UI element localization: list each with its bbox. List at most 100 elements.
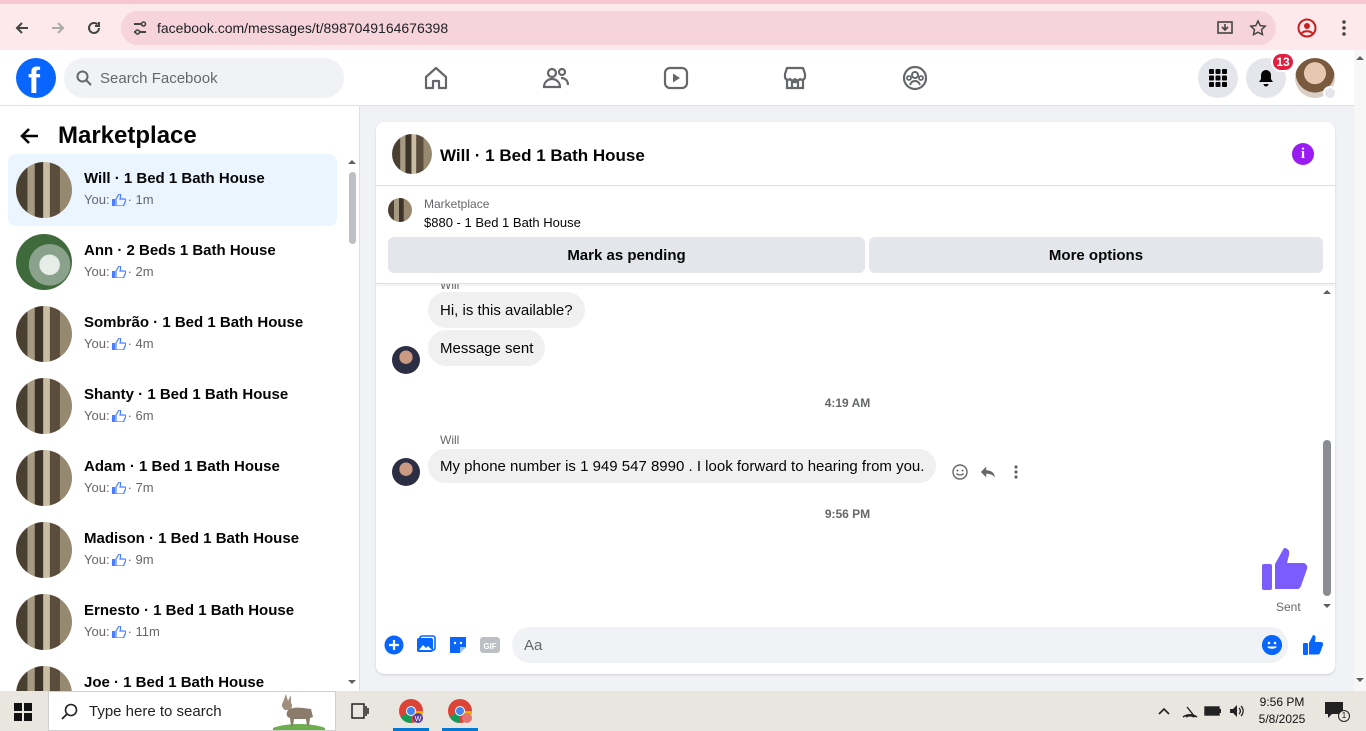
scroll-thumb[interactable] — [349, 172, 356, 244]
taskbar-search[interactable] — [48, 691, 336, 731]
conversation-name: Adam · 1 Bed 1 Bath House — [84, 458, 280, 475]
emoji-icon[interactable] — [1262, 635, 1282, 655]
facebook-search[interactable] — [64, 58, 344, 98]
marketplace-label: Marketplace — [424, 197, 490, 211]
sender-avatar[interactable] — [392, 458, 420, 486]
message-bubble[interactable]: Message sent — [428, 330, 546, 366]
scroll-up-icon[interactable] — [346, 158, 358, 166]
account-avatar[interactable] — [1295, 58, 1337, 100]
video-icon[interactable] — [662, 64, 690, 92]
browser-menu-icon[interactable] — [1336, 18, 1352, 38]
conversation-preview: You: · 11m — [84, 624, 160, 639]
search-input[interactable] — [100, 58, 330, 98]
forward-icon[interactable] — [46, 16, 70, 40]
conversation-item[interactable]: Shanty · 1 Bed 1 Bath House You: · 6m — [8, 370, 337, 442]
conversation-item[interactable]: Adam · 1 Bed 1 Bath House You: · 7m — [8, 442, 337, 514]
back-arrow-icon[interactable] — [20, 126, 40, 146]
marketplace-icon[interactable] — [781, 64, 809, 92]
message-thread: Will Hi, is this available? Message sent… — [376, 284, 1335, 614]
window-scrollbar[interactable] — [1354, 50, 1366, 691]
action-center-button[interactable]: 1 — [1324, 701, 1350, 723]
battery-icon[interactable] — [1204, 703, 1222, 719]
timestamp: 4:19 AM — [824, 396, 871, 410]
message-bubble[interactable]: My phone number is 1 949 547 8990 . I lo… — [428, 449, 937, 483]
scroll-up-icon[interactable] — [1321, 288, 1333, 296]
reload-icon[interactable] — [82, 16, 106, 40]
scroll-thumb[interactable] — [1323, 440, 1331, 596]
more-actions-icon[interactable] — [1008, 460, 1024, 484]
scroll-up-icon[interactable] — [1354, 54, 1366, 62]
thumbs-up-icon — [111, 265, 126, 278]
friends-icon[interactable] — [542, 64, 570, 92]
groups-icon[interactable] — [901, 64, 929, 92]
conversation-name: Will · 1 Bed 1 Bath House — [84, 170, 265, 187]
panel-header: Marketplace — [20, 122, 197, 150]
large-thumbs-up-icon[interactable] — [1260, 542, 1312, 594]
thumbs-up-icon — [111, 625, 126, 638]
gif-icon[interactable]: GIF — [480, 635, 500, 655]
conversation-item[interactable]: Madison · 1 Bed 1 Bath House You: · 9m — [8, 514, 337, 586]
listing-avatar — [388, 198, 412, 222]
chat-scrollbar[interactable] — [1321, 288, 1333, 610]
mark-as-pending-button[interactable]: Mark as pending — [388, 237, 865, 273]
home-icon[interactable] — [422, 64, 450, 92]
chat-panel: Will · 1 Bed 1 Bath House i Marketplace … — [376, 122, 1335, 674]
message-input-field[interactable] — [512, 627, 1288, 663]
thumbs-up-icon — [111, 193, 126, 206]
bookmark-star-icon[interactable] — [1249, 19, 1267, 37]
more-options-button[interactable]: More options — [869, 237, 1323, 273]
facebook-logo[interactable]: f — [16, 58, 56, 101]
thumbs-up-icon — [111, 337, 126, 350]
listing-thumbnail — [16, 450, 72, 506]
listing-thumbnail — [16, 378, 72, 434]
volume-icon[interactable] — [1228, 703, 1246, 719]
windows-start-icon[interactable] — [14, 703, 32, 721]
reply-icon[interactable] — [980, 460, 996, 484]
task-view-icon — [351, 703, 369, 719]
sent-status: Sent — [1276, 600, 1301, 614]
task-view-button[interactable] — [338, 691, 382, 731]
back-icon[interactable] — [10, 16, 34, 40]
grid-icon — [1209, 69, 1227, 87]
conversation-scrollbar[interactable] — [346, 156, 358, 691]
info-icon[interactable]: i — [1292, 143, 1314, 165]
chrome-taskbar-app[interactable]: W — [389, 691, 433, 731]
sticker-icon[interactable] — [448, 635, 468, 655]
chat-avatar[interactable] — [392, 134, 432, 174]
conversation-preview: You: · 4m — [84, 336, 154, 351]
listing-thumbnail — [16, 594, 72, 650]
address-bar[interactable]: facebook.com/messages/t/8987049164676398 — [121, 11, 1276, 45]
send-like-icon[interactable] — [1302, 634, 1324, 656]
message-input[interactable] — [524, 627, 1244, 663]
scroll-down-icon[interactable] — [1321, 602, 1333, 610]
conversation-item[interactable]: Will · 1 Bed 1 Bath House You: · 1m — [8, 154, 337, 226]
message-bubble[interactable]: Hi, is this available? — [428, 292, 585, 328]
chat-title[interactable]: Will · 1 Bed 1 Bath House — [440, 146, 645, 166]
site-info-icon[interactable] — [131, 19, 149, 37]
scroll-down-icon[interactable] — [1354, 676, 1366, 684]
conversation-item[interactable]: Ann · 2 Beds 1 Bath House You: · 2m — [8, 226, 337, 298]
conversation-item[interactable]: Ernesto · 1 Bed 1 Bath House You: · 11m — [8, 586, 337, 658]
search-icon — [76, 70, 92, 86]
facebook-header: f 13 — [0, 50, 1366, 106]
scroll-down-icon[interactable] — [346, 678, 358, 686]
conversation-item[interactable]: Sombrão · 1 Bed 1 Bath House You: · 4m — [8, 298, 337, 370]
chevron-up-icon[interactable] — [1157, 703, 1171, 719]
clock-date: 5/8/2025 — [1258, 712, 1306, 726]
chrome-profile-taskbar-app[interactable] — [438, 691, 482, 731]
taskbar-search-input[interactable] — [89, 692, 269, 730]
listing-price-title[interactable]: $880 - 1 Bed 1 Bath House — [424, 215, 581, 230]
chevron-down-icon — [1323, 86, 1337, 100]
sender-avatar[interactable] — [392, 346, 420, 374]
menu-grid-button[interactable] — [1198, 58, 1238, 98]
taskbar-clock[interactable]: 9:56 PM 5/8/2025 — [1252, 694, 1312, 728]
photo-icon[interactable] — [416, 635, 436, 655]
url-text: facebook.com/messages/t/8987049164676398 — [157, 20, 449, 36]
network-icon[interactable] — [1181, 703, 1199, 719]
install-app-icon[interactable] — [1216, 19, 1234, 37]
react-emoji-icon[interactable] — [952, 460, 968, 484]
plus-icon[interactable] — [384, 635, 404, 655]
sender-name: Will — [440, 284, 460, 292]
profile-icon[interactable] — [1297, 18, 1317, 38]
conversation-item[interactable]: Joe · 1 Bed 1 Bath House — [8, 658, 337, 691]
